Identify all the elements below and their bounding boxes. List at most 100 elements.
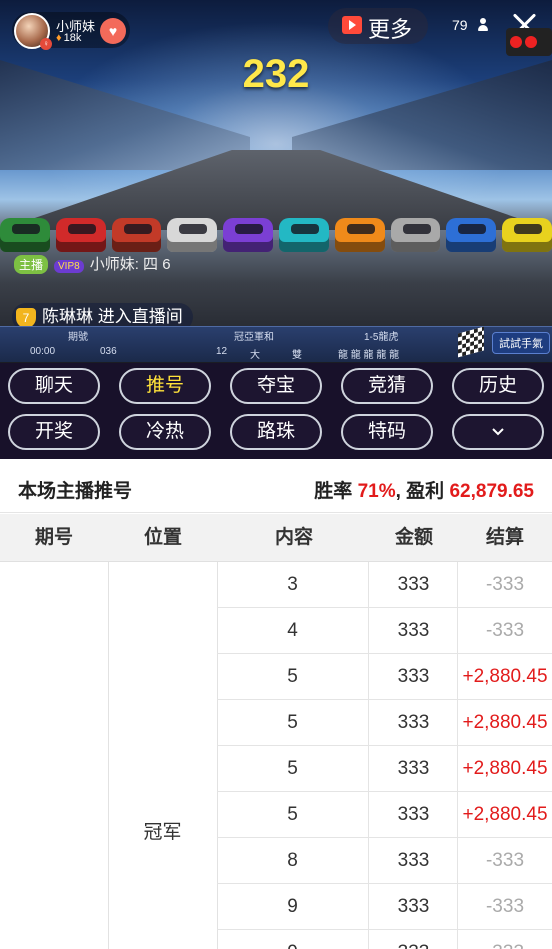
stats-title: 本场主播推号 [18,481,133,502]
flame-icon: ♦ [56,32,62,44]
header-period: 期号 [34,527,73,548]
amount-cell: 333 [370,608,458,654]
tab-chat[interactable]: 聊天 [8,368,100,404]
amount-cell: 333 [370,562,458,608]
chevron-down-icon [492,428,504,436]
tab-hot-cold[interactable]: 冷热 [119,414,211,450]
chat-message: 小师妹: 四 6 [89,256,171,273]
settle-cell: -333 [485,896,525,917]
race-car [111,218,162,252]
parity-value: 雙 [292,350,302,361]
tab-treasure[interactable]: 夺宝 [230,368,322,404]
tab-special[interactable]: 特码 [341,414,433,450]
settle-cell: +2,880.45 [462,666,548,687]
amount-cell: 333 [370,746,458,792]
dragon-tiger-values: 龍 龍 龍 龍 龍 [338,350,400,361]
settle-cell: +2,880.45 [462,804,548,825]
amount-cell: 333 [370,930,458,949]
content-cell: 4 [217,608,369,654]
host-fans: ♦ 18k [56,32,81,44]
content-cell: 3 [217,562,369,608]
table-row: 3 333 -333 [217,562,552,608]
race-car [167,218,218,252]
countdown-timer: 232 [242,52,310,96]
table-row: 9333-333 [217,930,552,949]
level-badge-icon: ♀ [40,38,52,50]
amount-cell: 333 [370,792,458,838]
entry-message: 陈琳琳 进入直播间 [42,307,183,326]
dragon-tiger-label: 1-5龍虎 [364,332,399,343]
chat-message-row: 主播 VIP8 小师妹: 四 6 [14,253,171,274]
content-cell: 9 [217,930,369,949]
amount-cell: 333 [370,654,458,700]
stats-bar: 本场主播推号 胜率 71%, 盈利 62,879.65 [0,461,552,513]
table-row: 8 333 -333 [217,838,552,884]
sum-label: 冠亞軍和 [234,332,274,343]
profit-label: 盈利 [406,481,445,502]
content-cell: 5 [217,792,369,838]
win-rate-value: 71% [357,481,396,502]
race-car [390,218,441,252]
race-car [446,218,497,252]
tab-recommend[interactable]: 推号 [119,368,211,404]
table-body: 冠军 3 333 -333 4 333 -333 5 333 +2,880.45 5 333 +2,8… [0,562,552,949]
table-row: 5 333 +2,880.45 [217,700,552,746]
content-cell: 5 [217,654,369,700]
table-row: 5 333 +2,880.45 [217,654,552,700]
tab-guess[interactable]: 竞猜 [341,368,433,404]
race-car [502,218,552,252]
settle-cell: -333 [485,620,525,641]
header-content: 内容 [274,527,313,548]
period-label: 期號 [68,332,88,343]
race-car [0,218,50,252]
stats-summary: 胜率 71%, 盈利 62,879.65 [314,481,534,502]
board-period: 036 [100,346,117,357]
tab-draw[interactable]: 开奖 [8,414,100,450]
follow-heart-button[interactable]: ♥ [100,18,126,44]
fans-count: 18k [63,32,82,44]
settle-cell: -333 [485,574,525,595]
sum-value: 12 [216,346,228,357]
column-divider [108,562,109,949]
amount-cell: 333 [370,700,458,746]
viewer-count: 79 [452,17,468,33]
settle-cell: -333 [485,850,525,871]
settle-cell: -333 [458,930,552,949]
header-amount: 金额 [394,527,433,548]
profit-value: 62,879.65 [449,481,534,502]
expand-menu-button[interactable] [452,414,544,450]
feature-menu: 聊天 推号 夺宝 竞猜 历史 开奖 冷热 路珠 特码 [0,363,552,459]
content-cell: 9 [217,884,369,930]
race-car [55,218,106,252]
more-label: 更多 [368,17,413,42]
board-timer: 00:00 [30,346,56,357]
race-game-stage: ♀ 小师妹 ♦ 18k ♥ 更多 79 232 主播 VIP8 小师妹: 四 6 7陈… [0,0,552,363]
content-cell: 5 [217,700,369,746]
race-car [278,218,329,252]
table-row: 4 333 -333 [217,608,552,654]
try-luck-button[interactable]: 試試手氣 [492,332,550,354]
tab-history[interactable]: 历史 [452,368,544,404]
car-row [0,218,552,258]
table-row: 5 333 +2,880.45 [217,746,552,792]
video-icon [342,16,362,34]
race-car [223,218,273,252]
amount-cell: 333 [370,884,458,930]
header-position: 位置 [143,527,182,548]
race-car [334,218,385,252]
vip-tag: VIP8 [54,260,84,273]
live-top-bar: ♀ 小师妹 ♦ 18k ♥ 更多 79 [0,0,552,60]
shield-badge-icon: 7 [16,307,36,328]
host-tag: 主播 [14,255,49,274]
settle-cell: +2,880.45 [462,712,548,733]
win-rate-label: 胜率 [314,481,353,502]
user-icon [478,18,488,32]
content-cell: 8 [217,838,369,884]
settle-cell: +2,880.45 [462,758,548,779]
header-settle: 结算 [485,527,524,548]
table-row: 9333 -333 [217,884,552,930]
content-cell: 5 [217,746,369,792]
tab-road[interactable]: 路珠 [230,414,322,450]
position-cell: 冠军 [143,822,182,843]
amount-cell: 333 [370,838,458,884]
